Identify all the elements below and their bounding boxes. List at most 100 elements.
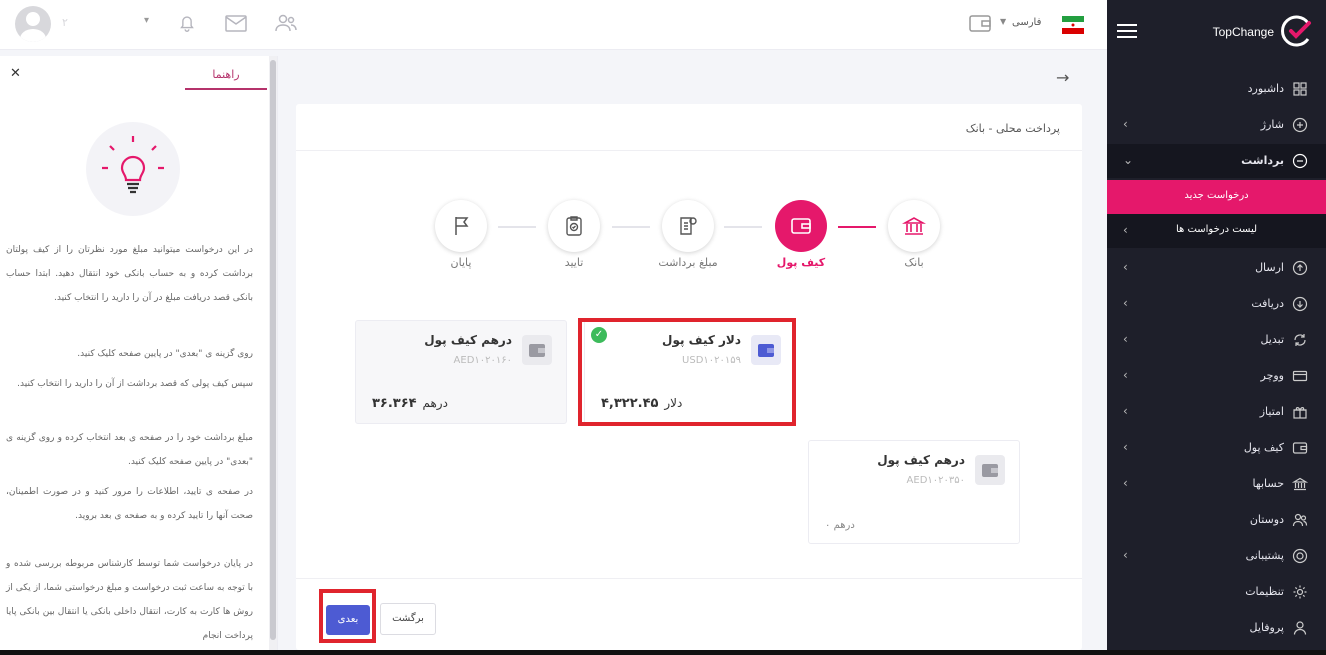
sidebar-item-exchange[interactable]: تبدیل ‹ (1107, 323, 1326, 357)
user-menu-caret-icon[interactable]: ▾ (144, 15, 149, 26)
help-panel: ✕ راهنما در این درخواست میتوانید مبلغ مو… (0, 56, 278, 650)
wallet-icon (1292, 440, 1308, 456)
chevron-down-icon: ⌄ (1123, 153, 1134, 167)
sidebar-item-label: امتیاز (1259, 405, 1284, 418)
help-intro: در این درخواست میتوانید مبلغ مورد نظرتان… (6, 245, 253, 303)
wallet-code: AED۱۰۲۰۱۶۰ (453, 355, 512, 366)
language-selector[interactable]: فارسی (1012, 17, 1041, 28)
chevron-left-icon: ‹ (1123, 296, 1128, 310)
arrow-down-circle-icon (1292, 296, 1308, 312)
arrow-up-circle-icon (1292, 260, 1308, 276)
wallet-card-aed[interactable]: درهم کیف پول AED۱۰۲۰۱۶۰ درهم ۳۶.۳۶۴ (355, 320, 567, 424)
sidebar-item-points[interactable]: امتیاز ‹ (1107, 395, 1326, 429)
chevron-left-icon: ‹ (1123, 440, 1128, 454)
chevron-left-icon: ‹ (1123, 476, 1128, 490)
sidebar-item-withdraw[interactable]: برداشت ⌄ (1107, 144, 1326, 178)
iran-flag-icon[interactable] (1062, 14, 1084, 36)
sidebar-item-wallet[interactable]: کیف پول ‹ (1107, 431, 1326, 465)
chevron-left-icon: ‹ (1123, 117, 1128, 131)
sidebar-item-send[interactable]: ارسال ‹ (1107, 251, 1326, 285)
sidebar: TopChange داشبورد شارژ ‹ برداشت ⌄ درخواس… (1107, 0, 1326, 650)
chevron-left-icon: ‹ (1123, 548, 1128, 562)
sidebar-subitem-request-list[interactable]: لیست درخواست ها ‹ (1107, 214, 1326, 248)
user-name[interactable]: ۲ (62, 16, 68, 29)
back-button[interactable]: برگشت (380, 603, 436, 635)
wallet-amount: ۳۶.۳۶۴ (372, 396, 417, 411)
sidebar-item-dashboard[interactable]: داشبورد (1107, 72, 1326, 106)
help-tab[interactable]: راهنما (185, 64, 267, 90)
arrow-right-icon[interactable]: → (1056, 68, 1069, 87)
chevron-left-icon: ‹ (1123, 260, 1128, 274)
help-scrollbar[interactable] (269, 56, 277, 650)
gift-icon (1292, 404, 1308, 420)
users-icon[interactable] (274, 12, 298, 36)
wallet-name: درهم کیف پول (424, 333, 512, 347)
close-icon[interactable]: ✕ (10, 66, 21, 81)
sidebar-item-voucher[interactable]: ووچر ‹ (1107, 359, 1326, 393)
brand-name: TopChange (1212, 25, 1274, 39)
wallet-currency: درهم (422, 396, 448, 410)
step-confirm (548, 200, 600, 252)
exchange-icon (1292, 332, 1308, 348)
sidebar-item-charge[interactable]: شارژ ‹ (1107, 108, 1326, 142)
step-label-wallet: کیف پول (776, 256, 826, 269)
help-bullet: در پایان درخواست شما توسط کارشناس مربوطه… (6, 559, 253, 641)
step-connector (838, 226, 876, 228)
step-finish (435, 200, 487, 252)
flag-icon (455, 217, 469, 235)
sidebar-item-accounts[interactable]: حسابها ‹ (1107, 467, 1326, 501)
step-label-amount: مبلغ برداشت (658, 256, 718, 269)
chevron-left-icon: ‹ (1123, 223, 1128, 237)
chevron-left-icon: ‹ (1123, 332, 1128, 346)
sidebar-item-label: داشبورد (1247, 82, 1284, 95)
sidebar-item-receive[interactable]: دریافت ‹ (1107, 287, 1326, 321)
wallet-balance: درهم ۳۶.۳۶۴ (372, 396, 448, 411)
bottom-bar (0, 650, 1326, 655)
menu-icon[interactable] (1117, 24, 1137, 38)
chevron-left-icon: ‹ (1123, 368, 1128, 382)
help-bullet: سپس کیف پولی که قصد برداشت از آن را داری… (17, 379, 253, 389)
sidebar-subitem-label: درخواست جدید (1184, 190, 1249, 201)
sidebar-item-label: دریافت (1251, 297, 1284, 310)
step-wallet (775, 200, 827, 252)
wallet-icon (975, 455, 1005, 485)
voucher-icon (1292, 368, 1308, 384)
sidebar-item-label: حسابها (1252, 477, 1284, 490)
sidebar-item-friends[interactable]: دوستان (1107, 503, 1326, 537)
sidebar-subitem-new-request[interactable]: درخواست جدید (1107, 180, 1326, 214)
divider (296, 150, 1082, 151)
next-button[interactable]: بعدی (326, 605, 370, 635)
sidebar-item-label: ووچر (1260, 369, 1285, 382)
step-label-confirm: تایید (564, 256, 584, 269)
divider (296, 578, 1082, 579)
sidebar-item-label: تنظیمات (1245, 585, 1284, 598)
bell-icon[interactable] (176, 12, 200, 36)
mail-icon[interactable] (224, 12, 248, 36)
wallet-currency: درهم (833, 520, 855, 531)
dashboard-icon (1292, 81, 1308, 97)
selection-highlight (578, 318, 796, 426)
step-amount (662, 200, 714, 252)
avatar[interactable] (15, 6, 51, 42)
wallet-card-aed-2[interactable]: درهم کیف پول AED۱۰۲۰۳۵۰ درهم ۰ (808, 440, 1020, 544)
sidebar-item-profile[interactable]: پروفایل (1107, 611, 1326, 645)
sidebar-subitem-label: لیست درخواست ها (1175, 224, 1258, 235)
sidebar-item-settings[interactable]: تنظیمات (1107, 575, 1326, 609)
settings-icon (1292, 584, 1308, 600)
step-label-finish: پایان (450, 256, 472, 269)
sidebar-item-label: برداشت (1241, 154, 1284, 167)
step-connector (724, 226, 762, 228)
logo-icon (1280, 14, 1314, 48)
money-icon (680, 217, 697, 235)
top-bar: ۲ ▾ ▼ فارسی (0, 0, 1107, 50)
bank-icon (902, 217, 926, 235)
wallet-icon (791, 218, 811, 234)
help-bullet: مبلغ برداشت خود را در صفحه ی بعد انتخاب … (6, 433, 253, 467)
sidebar-item-support[interactable]: پشتیبانی ‹ (1107, 539, 1326, 573)
sidebar-header: TopChange (1107, 0, 1326, 66)
language-caret-icon[interactable]: ▼ (1000, 17, 1006, 26)
minus-circle-icon (1292, 153, 1308, 169)
wallet-icon[interactable] (968, 12, 992, 36)
friends-icon (1292, 512, 1308, 528)
sidebar-item-label: تبدیل (1260, 333, 1284, 346)
